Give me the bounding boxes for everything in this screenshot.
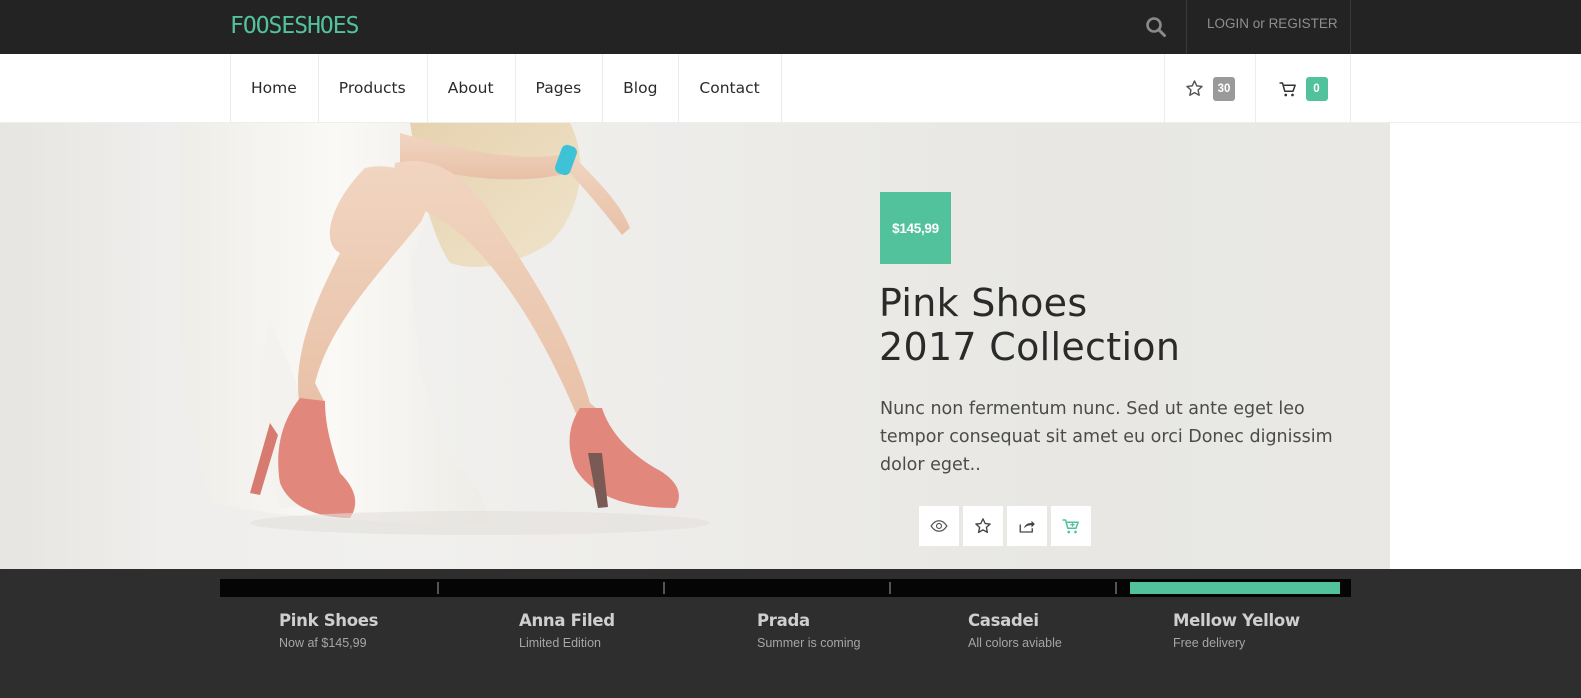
product-actions [919, 506, 1091, 546]
slide-title: Prada [757, 611, 810, 630]
add-to-cart-icon [1062, 519, 1079, 534]
star-icon [975, 518, 991, 534]
search-button[interactable] [1126, 0, 1186, 54]
add-to-cart-button[interactable] [1051, 506, 1091, 546]
slide-title: Mellow Yellow [1173, 611, 1300, 630]
star-icon [1185, 80, 1203, 96]
top-bar: FOOSESHOES LOGIN or REGISTER [0, 0, 1581, 54]
slide-item-anna-filed[interactable]: Anna Filed Limited Edition [519, 611, 615, 650]
quick-view-button[interactable] [919, 506, 959, 546]
slide-subtitle: Free delivery [1173, 636, 1246, 650]
nav-pages[interactable]: Pages [516, 54, 604, 123]
cart-button[interactable]: 0 [1255, 54, 1351, 123]
hero-model-image [180, 123, 710, 535]
wishlist-button[interactable]: 30 [1164, 54, 1255, 123]
wishlist-count-badge: 30 [1212, 76, 1236, 101]
slider-progress [220, 579, 1351, 597]
nav-about[interactable]: About [428, 54, 516, 123]
auth-separator: or [1252, 16, 1265, 31]
slide-item-pink-shoes[interactable]: Pink Shoes Now af $145,99 [279, 611, 379, 650]
search-icon [1146, 17, 1166, 37]
hero-title: Pink Shoes 2017 Collection [879, 281, 1180, 369]
nav-blog[interactable]: Blog [603, 54, 680, 123]
main-navbar: Home Products About Pages Blog Contact 3… [0, 54, 1581, 123]
progress-divider [437, 582, 439, 594]
nav-tools: 30 0 [1164, 54, 1351, 123]
auth-links: LOGIN or REGISTER [1186, 0, 1351, 54]
login-link[interactable]: LOGIN [1207, 16, 1249, 31]
slide-title: Pink Shoes [279, 611, 379, 630]
slide-subtitle: All colors aviable [968, 636, 1062, 650]
cart-count-badge: 0 [1305, 76, 1328, 101]
cart-icon [1278, 81, 1296, 96]
nav-contact[interactable]: Contact [679, 54, 782, 123]
slide-item-prada[interactable]: Prada Summer is coming [757, 611, 861, 650]
hero-description: Nunc non fermentum nunc. Sed ut ante ege… [880, 399, 1333, 475]
progress-divider [1115, 582, 1117, 594]
slide-title: Casadei [968, 611, 1039, 630]
nav-home[interactable]: Home [231, 54, 319, 123]
main-nav: Home Products About Pages Blog Contact [230, 54, 782, 123]
site-logo[interactable]: FOOSESHOES [230, 13, 359, 39]
slide-title: Anna Filed [519, 611, 615, 630]
share-icon [1019, 520, 1035, 533]
hero-title-line1: Pink Shoes [879, 281, 1088, 325]
nav-products[interactable]: Products [319, 54, 428, 123]
active-slide-progress-fill [1129, 582, 1340, 594]
eye-icon [930, 520, 948, 532]
slide-item-casadei[interactable]: Casadei All colors aviable [968, 611, 1062, 650]
slide-subtitle: Now af $145,99 [279, 636, 367, 650]
slide-subtitle: Limited Edition [519, 636, 601, 650]
slide-list: Pink Shoes Now af $145,99 Anna Filed Lim… [0, 611, 1581, 671]
hero-title-line2: 2017 Collection [879, 325, 1181, 369]
progress-divider [663, 582, 665, 594]
slide-item-mellow-yellow[interactable]: Mellow Yellow Free delivery [1173, 611, 1300, 650]
register-link[interactable]: REGISTER [1269, 16, 1338, 31]
slide-subtitle: Summer is coming [757, 636, 861, 650]
price-tag: $145,99 [880, 192, 951, 264]
slider-navigation: Pink Shoes Now af $145,99 Anna Filed Lim… [0, 569, 1581, 698]
add-to-wishlist-button[interactable] [963, 506, 1003, 546]
share-button[interactable] [1007, 506, 1047, 546]
progress-divider [889, 582, 891, 594]
hero-slider: $145,99 Pink Shoes 2017 Collection Nunc … [0, 123, 1581, 569]
